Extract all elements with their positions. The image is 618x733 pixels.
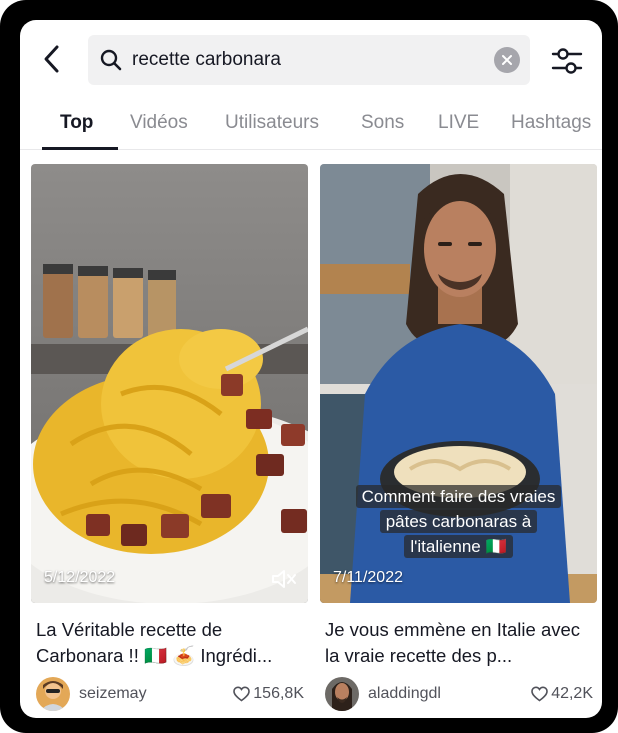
tab-videos[interactable]: Vidéos	[130, 112, 188, 134]
search-input[interactable]	[132, 35, 472, 85]
video-date: 5/12/2022	[44, 569, 116, 586]
video-result-card[interactable]: 5/12/2022 La Véritable recette de Carbon…	[31, 164, 308, 711]
tab-hashtags[interactable]: Hashtags	[511, 112, 591, 134]
video-meta: seizemay 156,8K	[31, 677, 308, 711]
tab-top[interactable]: Top	[60, 112, 93, 134]
like-count-value: 156,8K	[253, 685, 304, 702]
back-button[interactable]	[38, 42, 64, 76]
carbonara-plate-image	[31, 164, 308, 603]
search-bar[interactable]	[88, 35, 530, 85]
device-frame: Top Vidéos Utilisateurs Sons LIVE Hashta…	[0, 0, 618, 733]
like-count: 156,8K	[233, 685, 304, 703]
avatar[interactable]	[36, 677, 70, 711]
results-tabs: Top Vidéos Utilisateurs Sons LIVE Hashta…	[20, 102, 602, 150]
close-icon	[502, 55, 512, 65]
video-thumbnail[interactable]: Comment faire des vraies pâtes carbonara…	[320, 164, 597, 603]
user-avatar-image	[325, 677, 359, 711]
search-results-screen: Top Vidéos Utilisateurs Sons LIVE Hashta…	[20, 20, 602, 718]
video-date: 7/11/2022	[333, 569, 403, 586]
username[interactable]: aladdingdl	[368, 685, 441, 703]
chevron-left-icon	[44, 45, 59, 73]
avatar[interactable]	[325, 677, 359, 711]
clear-search-button[interactable]	[494, 47, 520, 73]
user-avatar-image	[36, 677, 70, 711]
video-thumbnail[interactable]: 5/12/2022	[31, 164, 308, 603]
caption-line: l'italienne 🇮🇹	[404, 535, 513, 558]
active-tab-indicator	[42, 147, 118, 150]
heart-icon	[233, 686, 251, 702]
heart-icon	[531, 686, 548, 702]
video-caption-overlay: Comment faire des vraies pâtes carbonara…	[332, 484, 585, 559]
tab-sounds[interactable]: Sons	[361, 112, 404, 134]
muted-speaker-icon[interactable]	[270, 567, 298, 591]
like-count-value: 42,2K	[551, 685, 593, 702]
video-result-card[interactable]: Comment faire des vraies pâtes carbonara…	[320, 164, 597, 711]
caption-line: Comment faire des vraies	[355, 485, 562, 508]
filter-sliders-icon[interactable]	[550, 46, 584, 76]
tab-users[interactable]: Utilisateurs	[225, 112, 319, 134]
caption-line: pâtes carbonaras à	[379, 510, 538, 533]
video-title[interactable]: La Véritable recette de Carbonara !! 🇮🇹 …	[31, 617, 308, 669]
video-title[interactable]: Je vous emmène en Italie avec la vraie r…	[320, 617, 597, 669]
like-count: 42,2K	[531, 685, 593, 703]
video-meta: aladdingdl 42,2K	[320, 677, 597, 711]
tab-live[interactable]: LIVE	[438, 112, 479, 134]
username[interactable]: seizemay	[79, 685, 147, 703]
search-icon	[100, 49, 122, 71]
